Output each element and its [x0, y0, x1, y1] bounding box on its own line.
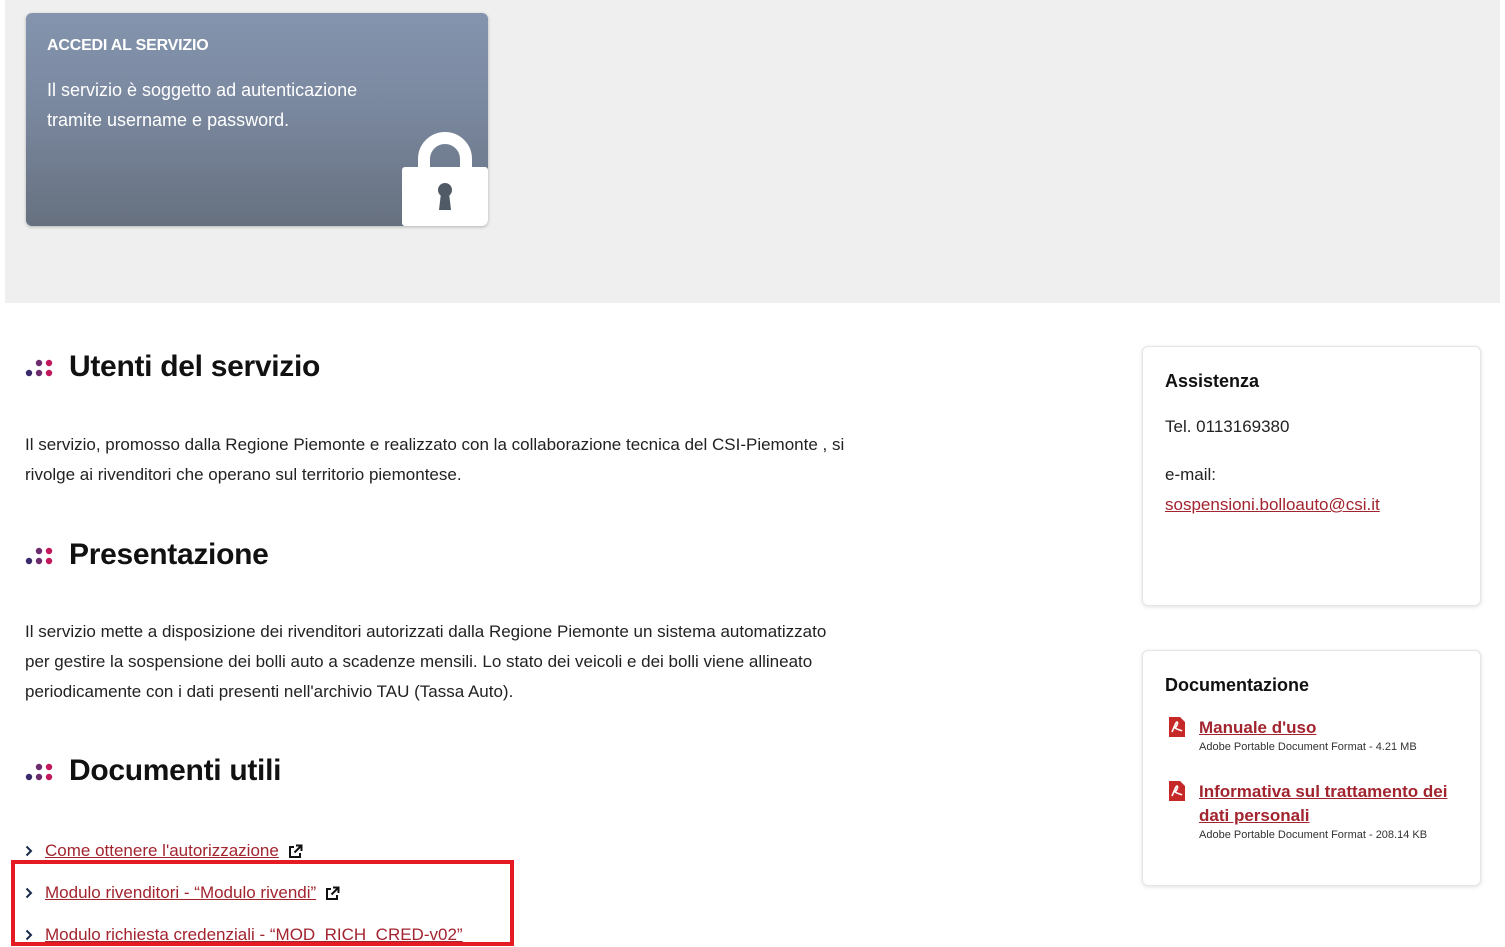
external-link-icon — [288, 844, 303, 858]
presentation-description: Il servizio mette a disposizione dei riv… — [25, 622, 827, 701]
documentation-title: Documentazione — [1165, 675, 1310, 695]
pdf-icon — [1169, 717, 1185, 737]
assistance-phone: Tel. 0113169380 — [1165, 417, 1290, 436]
chevron-right-icon — [25, 845, 33, 857]
section-title-text: Utenti del servizio — [69, 350, 321, 383]
documentation-file-meta: Adobe Portable Document Format - 4.21 MB — [1199, 741, 1417, 753]
lock-icon — [402, 132, 488, 226]
documentation-link-manual[interactable]: Manuale d'uso — [1199, 716, 1469, 740]
assistance-email-link[interactable]: sospensioni.bolloauto@csi.it — [1165, 495, 1380, 515]
section-title-text: Presentazione — [69, 538, 269, 571]
documentation-item: Informativa sul trattamento dei dati per… — [1169, 780, 1469, 841]
link-authorization[interactable]: Come ottenere l'autorizzazione — [45, 841, 279, 861]
users-description: Il servizio, promosso dalla Regione Piem… — [25, 435, 845, 484]
assistance-card: Assistenza Tel. 0113169380 e-mail: sospe… — [1142, 346, 1481, 606]
section-title-text: Documenti utili — [69, 754, 282, 787]
access-card-title: ACCEDI AL SERVIZIO — [47, 37, 209, 54]
pdf-icon — [1169, 781, 1185, 801]
assistance-email-label: e-mail: — [1165, 465, 1217, 484]
documentation-card: Documentazione Manuale d'uso Adobe Porta… — [1142, 650, 1481, 886]
dots-icon — [25, 359, 53, 377]
documentation-item: Manuale d'uso Adobe Portable Document Fo… — [1169, 716, 1469, 753]
access-service-card[interactable]: ACCEDI AL SERVIZIO Il servizio è soggett… — [26, 13, 488, 226]
access-card-description: Il servizio è soggetto ad autenticazione… — [47, 80, 358, 130]
highlight-box — [11, 860, 514, 946]
section-title-presentation: Presentazione — [25, 538, 269, 572]
dots-icon — [25, 547, 53, 565]
documentation-file-meta: Adobe Portable Document Format - 208.14 … — [1199, 829, 1428, 841]
section-title-documents: Documenti utili — [25, 754, 281, 788]
documentation-link-privacy[interactable]: Informativa sul trattamento dei dati per… — [1199, 780, 1449, 828]
section-title-users: Utenti del servizio — [25, 350, 320, 384]
dots-icon — [25, 763, 53, 781]
assistance-title: Assistenza — [1165, 371, 1260, 391]
